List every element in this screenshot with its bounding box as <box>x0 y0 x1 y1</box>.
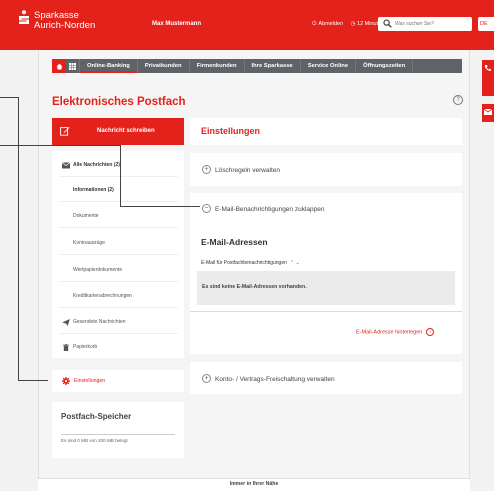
divider <box>60 307 178 308</box>
main-nav: Online-Banking Privatkunden Firmenkunden… <box>52 59 462 73</box>
send-icon <box>62 319 70 326</box>
email-filter-dropdown[interactable]: E-Mail für Postfachbenachrichtigungen ⌃ ⌄ <box>201 260 300 266</box>
side-tab-phone[interactable] <box>482 60 494 96</box>
chevron-right-icon: › <box>426 328 435 336</box>
nav-online-banking[interactable]: Online-Banking <box>80 59 138 73</box>
divider <box>60 333 178 334</box>
nav-firmenkunden[interactable]: Firmenkunden <box>190 59 245 73</box>
language-switch[interactable]: DE <box>478 17 494 31</box>
add-email-link[interactable]: E-Mail-Adresse hinterlegen › <box>356 328 435 336</box>
collapse-minus-icon[interactable]: − <box>202 204 211 213</box>
compose-button[interactable]: Nachricht schreiben <box>52 118 184 145</box>
chevron-down-icon: ⌃ ⌄ <box>289 260 300 266</box>
loeschregeln-section[interactable]: + Löschregeln verwalten <box>190 153 462 186</box>
expand-plus-icon[interactable]: + <box>202 374 211 383</box>
email-addresses-title: E-Mail-Adressen <box>201 237 268 247</box>
nav-privatkunden[interactable]: Privatkunden <box>138 59 190 73</box>
konto-label[interactable]: Konto- / Vertrags-Freischaltung verwalte… <box>215 376 335 383</box>
apps-menu-button[interactable] <box>66 59 80 73</box>
callout-line <box>18 380 48 381</box>
storage-bar <box>61 434 175 435</box>
mail-icon <box>484 108 492 115</box>
loeschregeln-label[interactable]: Löschregeln verwalten <box>215 167 280 174</box>
storage-usage: Es sind 0 MB von 200 MB belegt <box>61 438 128 443</box>
nav-service-online[interactable]: Service Online <box>301 59 357 73</box>
sparkasse-logo-icon <box>19 10 29 24</box>
user-name: Max Mustermann <box>152 21 202 27</box>
footer-slogan: Immer in Ihrer Nähe <box>229 481 279 487</box>
email-empty-notice: Es sind keine E-Mail-Adressen vorhanden. <box>197 271 455 305</box>
help-icon[interactable]: ? <box>453 95 463 105</box>
page-title: Elektronisches Postfach <box>52 96 186 108</box>
footer: Immer in Ihrer Nähe <box>38 478 470 491</box>
callout-line <box>0 97 18 98</box>
callout-line <box>18 97 19 381</box>
grid-icon <box>69 62 76 70</box>
expand-plus-icon[interactable]: + <box>202 165 211 174</box>
konto-freischaltung-section[interactable]: + Konto- / Vertrags-Freischaltung verwal… <box>190 362 462 394</box>
mailbox-storage: Postfach-Speicher Es sind 0 MB von 200 M… <box>52 402 184 458</box>
power-icon: ⏻ <box>312 21 317 27</box>
edit-icon <box>60 127 70 136</box>
divider <box>190 311 462 312</box>
home-icon <box>56 63 62 69</box>
callout-line <box>0 145 120 146</box>
logout-link[interactable]: ⏻ Abmelden ◷ 12 Minuten <box>312 21 384 28</box>
home-button[interactable] <box>52 59 66 73</box>
trash-icon <box>62 344 70 351</box>
callout-line <box>120 145 121 207</box>
gear-icon <box>62 377 70 385</box>
divider <box>60 281 178 282</box>
divider <box>60 254 178 255</box>
settings-title: Einstellungen <box>201 126 261 136</box>
envelope-icon <box>62 162 70 169</box>
side-tab-mail[interactable] <box>482 104 494 122</box>
folder-list: Alle Nachrichten (2) Informationen (2) D… <box>52 151 184 358</box>
settings-header: Einstellungen <box>190 118 462 145</box>
search-icon <box>383 19 392 28</box>
search-box[interactable] <box>378 17 472 31</box>
nav-ihre-sparkasse[interactable]: Ihre Sparkasse <box>245 59 301 73</box>
clock-icon: ◷ <box>350 21 356 27</box>
email-notifications-section: − E-Mail-Benachrichtigungen zuklappen E-… <box>190 193 462 354</box>
divider <box>60 176 178 177</box>
folder-einstellungen[interactable]: Einstellungen <box>52 370 184 392</box>
divider <box>60 201 178 202</box>
callout-line <box>120 206 200 207</box>
nav-oeffnungszeiten[interactable]: Öffnungszeiten <box>356 59 414 73</box>
top-header: Sparkasse Aurich-Norden Max Mustermann ⏻… <box>0 0 494 50</box>
search-input[interactable] <box>395 19 469 29</box>
storage-title: Postfach-Speicher <box>61 412 132 421</box>
divider <box>60 227 178 228</box>
email-toggle-label[interactable]: E-Mail-Benachrichtigungen zuklappen <box>215 206 324 213</box>
phone-icon <box>485 65 491 71</box>
brand-name: Sparkasse Aurich-Norden <box>34 10 96 31</box>
